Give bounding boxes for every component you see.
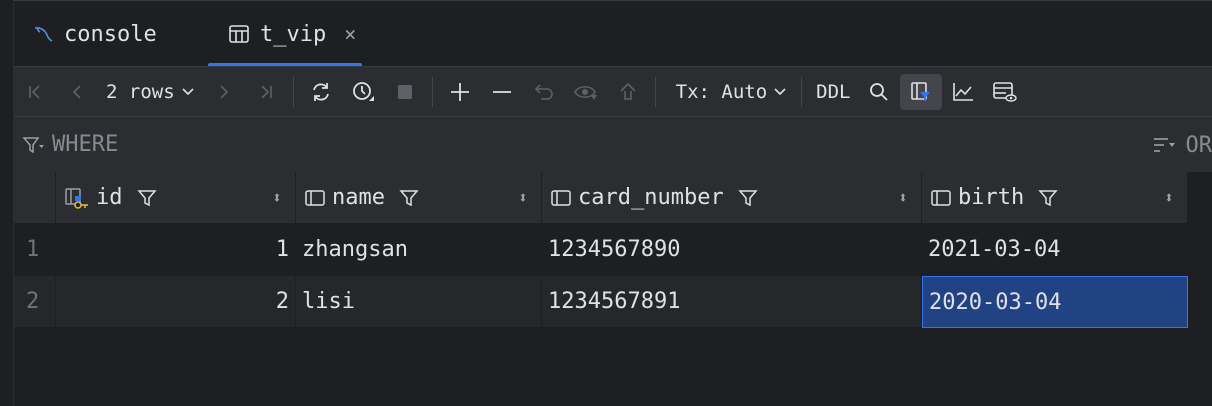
close-tab-icon[interactable]: × [344, 22, 356, 46]
primary-key-icon [64, 186, 90, 210]
first-page-icon [29, 84, 40, 99]
plus-icon [450, 82, 469, 101]
table-row[interactable]: 2 2 lisi 1234567891 2020-03-04 [14, 276, 1188, 328]
minus-icon [492, 90, 511, 93]
row-number: 2 [14, 276, 56, 328]
column-icon [550, 188, 572, 208]
search-icon [870, 82, 889, 101]
header-row: id ⬍ name ⬍ card_number ⬍ birth ⬍ [14, 172, 1188, 224]
where-filter-input[interactable]: WHERE [22, 132, 118, 157]
ddl-button[interactable]: DDL [808, 81, 858, 103]
column-icon [304, 188, 326, 208]
eye-icon [573, 85, 597, 100]
submit-button[interactable] [607, 74, 649, 110]
left-gutter [0, 0, 14, 406]
filter-icon [22, 134, 46, 156]
chevron-left-icon [72, 84, 81, 99]
column-filter-icon[interactable] [399, 188, 419, 208]
editor-tab-bar: console t_vip × [14, 0, 1212, 67]
sort-icon[interactable]: ⬍ [505, 188, 541, 207]
previous-page-button[interactable] [56, 74, 98, 110]
column-icon [930, 188, 952, 208]
add-row-button[interactable] [439, 74, 481, 110]
row-number: 1 [14, 224, 56, 276]
tab-console[interactable]: console [32, 1, 157, 67]
column-filter-icon[interactable] [1038, 188, 1058, 208]
undo-icon [534, 83, 553, 100]
cell-id[interactable]: 1 [56, 224, 296, 276]
auto-refresh-button[interactable] [342, 74, 384, 110]
order-by-input[interactable]: OR [1152, 117, 1212, 173]
mysql-console-icon [32, 23, 54, 45]
cell-id[interactable]: 2 [56, 276, 296, 328]
arrow-up-icon [620, 82, 636, 100]
data-toolbar: 2 rows Tx: Auto DDL [14, 66, 1212, 116]
line-chart-icon [953, 82, 974, 101]
delete-row-button[interactable] [481, 74, 523, 110]
sort-icon[interactable]: ⬍ [885, 188, 921, 207]
cell-name[interactable]: lisi [296, 276, 542, 328]
ddl-label: DDL [816, 80, 851, 103]
column-name-id: id [96, 185, 123, 210]
toolbar-separator [654, 76, 656, 107]
stop-icon [397, 84, 412, 99]
next-page-button[interactable] [203, 74, 245, 110]
rows-count-label: 2 rows [106, 80, 175, 103]
column-name-card-number: card_number [578, 185, 724, 210]
clock-icon [352, 81, 374, 101]
column-header-birth[interactable]: birth ⬍ [922, 172, 1188, 224]
refresh-button[interactable] [300, 74, 342, 110]
table-view-icon [993, 81, 1018, 102]
chevron-down-icon [181, 81, 195, 103]
where-label: WHERE [52, 132, 119, 157]
preview-changes-button[interactable] [565, 74, 607, 110]
row-number-header [14, 172, 56, 224]
column-name-birth: birth [958, 185, 1025, 210]
cell-name[interactable]: zhangsan [296, 224, 542, 276]
column-header-card-number[interactable]: card_number ⬍ [542, 172, 922, 224]
cell-card-number[interactable]: 1234567890 [542, 224, 922, 276]
filter-columns-icon [911, 81, 931, 101]
column-name-name: name [332, 185, 385, 210]
column-filter-icon[interactable] [136, 188, 157, 208]
filter-bar: WHERE OR [14, 116, 1212, 172]
column-filter-icon[interactable] [738, 188, 758, 208]
chevron-down-icon [773, 81, 787, 103]
search-button[interactable] [858, 74, 900, 110]
table-icon [228, 24, 250, 44]
tab-t-vip[interactable]: t_vip × [228, 1, 356, 67]
toolbar-separator [431, 76, 433, 107]
order-by-label: OR [1185, 132, 1212, 158]
transaction-mode-dropdown[interactable]: Tx: Auto [662, 81, 796, 103]
rows-count-dropdown[interactable]: 2 rows [98, 81, 203, 103]
cell-birth[interactable]: 2021-03-04 [922, 224, 1188, 276]
first-page-button[interactable] [14, 74, 56, 110]
view-settings-button[interactable] [984, 74, 1026, 110]
stop-button[interactable] [384, 74, 426, 110]
tab-t-vip-label: t_vip [260, 21, 327, 47]
sort-icon[interactable]: ⬍ [259, 188, 295, 207]
toolbar-separator [292, 76, 294, 107]
last-page-icon [261, 84, 272, 99]
toolbar-separator [801, 76, 803, 107]
sort-icon[interactable]: ⬍ [1151, 188, 1187, 207]
refresh-icon [312, 82, 329, 101]
table-row[interactable]: 1 1 zhangsan 1234567890 2021-03-04 [14, 224, 1188, 276]
revert-button[interactable] [523, 74, 565, 110]
tab-console-label: console [64, 21, 157, 47]
column-header-name[interactable]: name ⬍ [296, 172, 542, 224]
last-page-button[interactable] [245, 74, 287, 110]
chevron-right-icon [220, 84, 228, 99]
chart-button[interactable] [942, 74, 984, 110]
cell-birth-selected[interactable]: 2020-03-04 [922, 276, 1188, 328]
sort-lines-icon [1152, 135, 1178, 155]
column-header-id[interactable]: id ⬍ [56, 172, 296, 224]
transaction-mode-label: Tx: Auto [675, 80, 768, 103]
cell-card-number[interactable]: 1234567891 [542, 276, 922, 328]
filter-panel-toggle[interactable] [900, 73, 943, 110]
